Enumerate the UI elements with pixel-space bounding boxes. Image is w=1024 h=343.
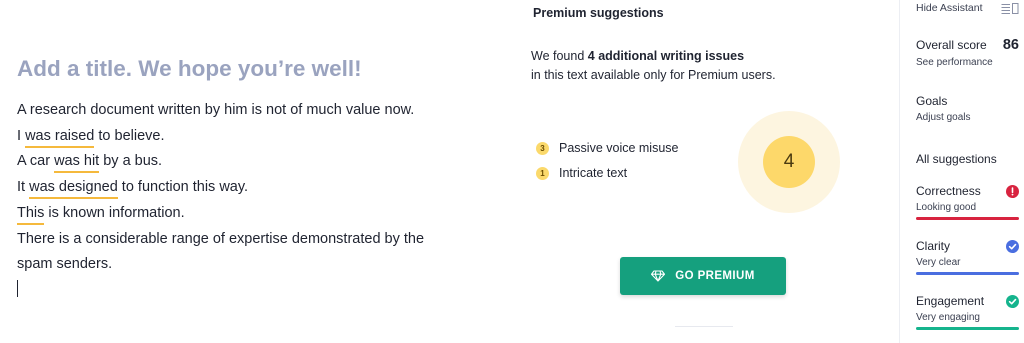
overall-score[interactable]: Overall score 86 See performance xyxy=(916,37,1019,68)
issue-count-badge: 1 xyxy=(536,166,549,180)
text-span: A research document written by him is no… xyxy=(17,102,415,118)
text-span: I xyxy=(17,127,26,144)
hide-assistant-button[interactable]: Hide Assistant xyxy=(916,2,1019,14)
check-icon xyxy=(1006,294,1019,308)
text-span: by a bus. xyxy=(99,153,163,170)
diamond-icon xyxy=(651,270,666,282)
text-span: A car xyxy=(17,153,55,170)
category-status: Looking good xyxy=(916,202,977,213)
go-premium-label: GO PREMIUM xyxy=(675,270,755,282)
found-prefix: We found xyxy=(531,49,588,63)
document-body[interactable]: A research document written by him is no… xyxy=(17,98,457,278)
panel-toggle-icon xyxy=(1001,2,1019,14)
overall-score-value: 86 xyxy=(1002,37,1019,53)
premium-panel: Premium suggestions We found 4 additiona… xyxy=(510,0,895,343)
text-span: to function this way. xyxy=(117,179,249,196)
passive-voice-highlight[interactable]: was hit xyxy=(54,153,100,174)
all-suggestions-label: All suggestions xyxy=(916,152,997,166)
premium-found-text: We found 4 additional writing issues xyxy=(531,49,744,63)
premium-count-circle: 4 xyxy=(763,136,815,188)
category-bar xyxy=(916,217,1019,220)
see-performance-link[interactable]: See performance xyxy=(916,57,1019,68)
goals-label: Goals xyxy=(916,94,948,108)
premium-found-subtext: in this text available only for Premium … xyxy=(531,68,776,82)
category-name: Clarity xyxy=(916,239,951,253)
text-line: I was raised to believe. xyxy=(17,124,457,150)
text-caret xyxy=(17,280,18,297)
text-line: A car was hit by a bus. xyxy=(17,149,457,175)
category-name: Correctness xyxy=(916,184,981,198)
check-icon xyxy=(1006,239,1019,253)
intricate-text-highlight[interactable]: This xyxy=(17,204,45,225)
issue-label: Passive voice misuse xyxy=(559,141,679,155)
category-name: Engagement xyxy=(916,294,985,308)
found-count: 4 additional writing issues xyxy=(587,49,745,63)
premium-heading: Premium suggestions xyxy=(533,6,664,20)
category-bar xyxy=(916,327,1019,330)
text-span: spam senders. xyxy=(17,256,113,273)
text-line: A research document written by him is no… xyxy=(17,98,457,124)
category-bar xyxy=(916,272,1019,275)
text-line: spam senders. xyxy=(17,252,457,278)
adjust-goals-link[interactable]: Adjust goals xyxy=(916,112,1019,123)
hide-assistant-label: Hide Assistant xyxy=(916,2,983,14)
all-suggestions-item[interactable]: All suggestions xyxy=(916,152,1019,166)
category-status: Very clear xyxy=(916,257,961,268)
issue-count-badge: 3 xyxy=(536,141,549,155)
issue-passive-voice: 3 Passive voice misuse xyxy=(536,141,679,155)
overall-score-label: Overall score xyxy=(916,38,987,52)
go-premium-button[interactable]: GO PREMIUM xyxy=(620,257,786,295)
text-span: is known information. xyxy=(44,204,185,221)
text-line: There is a considerable range of experti… xyxy=(17,227,457,253)
editor-panel[interactable]: Add a title. We hope you’re well! A rese… xyxy=(0,0,500,343)
issue-label: Intricate text xyxy=(559,166,628,180)
goals-item[interactable]: Goals Adjust goals xyxy=(916,94,1019,123)
text-line: It was designed to function this way. xyxy=(17,175,457,201)
passive-voice-highlight[interactable]: was designed xyxy=(29,179,118,200)
text-span: to believe. xyxy=(94,127,165,144)
category-status: Very engaging xyxy=(916,312,980,323)
category-clarity[interactable]: Clarity Very clear xyxy=(916,239,1019,275)
category-engagement[interactable]: Engagement Very engaging xyxy=(916,294,1019,330)
text-span: It xyxy=(17,179,30,196)
text-line: This is known information. xyxy=(17,201,457,227)
exclamation-icon xyxy=(1006,184,1019,198)
divider xyxy=(675,326,733,327)
text-span: There is a considerable range of experti… xyxy=(17,230,425,247)
category-correctness[interactable]: Correctness Looking good xyxy=(916,184,1019,220)
document-title[interactable]: Add a title. We hope you’re well! xyxy=(17,56,362,82)
passive-voice-highlight[interactable]: was raised xyxy=(25,127,95,148)
premium-count-halo: 4 xyxy=(738,111,840,213)
issue-intricate-text: 1 Intricate text xyxy=(536,166,627,180)
assistant-sidebar: Hide Assistant Overall score 86 See perf… xyxy=(899,0,1024,343)
